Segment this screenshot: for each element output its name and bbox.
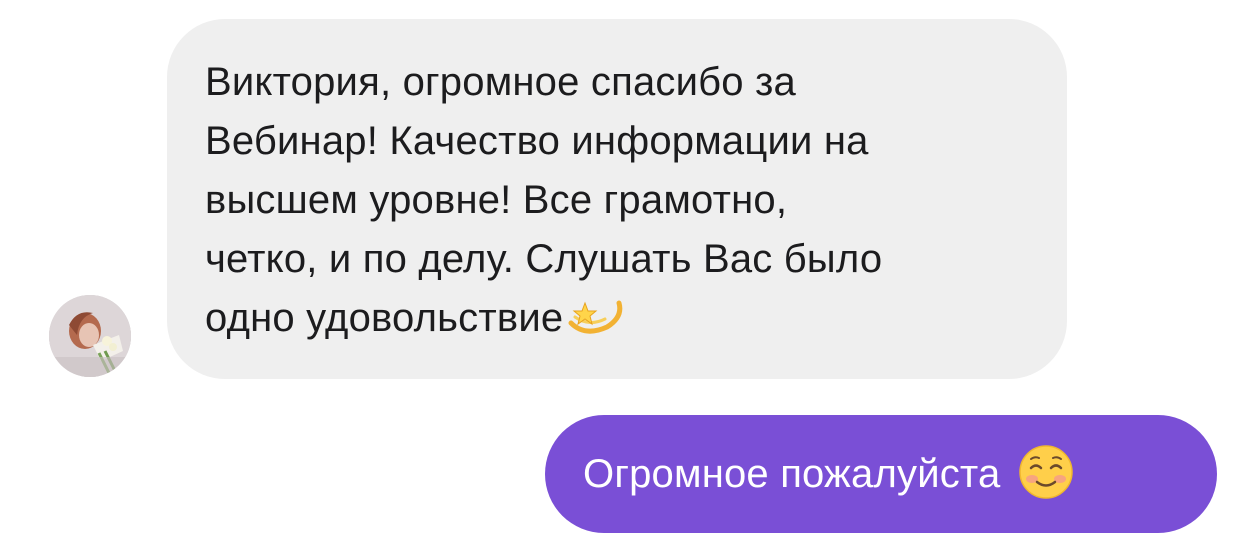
avatar-photo xyxy=(49,295,131,377)
outgoing-message-text: Огромное пожалуйста xyxy=(583,451,1001,496)
avatar[interactable] xyxy=(49,295,131,377)
dizzy-star-icon xyxy=(565,293,625,356)
incoming-message-line-last: одно удовольствие xyxy=(205,289,1027,356)
incoming-message-line: высшем уровне! Все грамотно, xyxy=(205,178,788,222)
incoming-message-bubble[interactable]: Виктория, огромное спасибо за Вебинар! К… xyxy=(167,19,1067,379)
incoming-message-line: четко, и по делу. Слушать Вас было xyxy=(205,237,883,281)
smiling-face-icon xyxy=(1018,444,1074,505)
incoming-message-line: Виктория, огромное спасибо за xyxy=(205,60,796,104)
incoming-message-line: Вебинар! Качество информации на xyxy=(205,119,869,163)
chat-thread: Виктория, огромное спасибо за Вебинар! К… xyxy=(0,0,1241,536)
outgoing-message-bubble[interactable]: Огромное пожалуйста xyxy=(545,415,1217,533)
incoming-message-line: одно удовольствие xyxy=(205,296,564,340)
incoming-message-text: Виктория, огромное спасибо за Вебинар! К… xyxy=(205,53,1027,356)
